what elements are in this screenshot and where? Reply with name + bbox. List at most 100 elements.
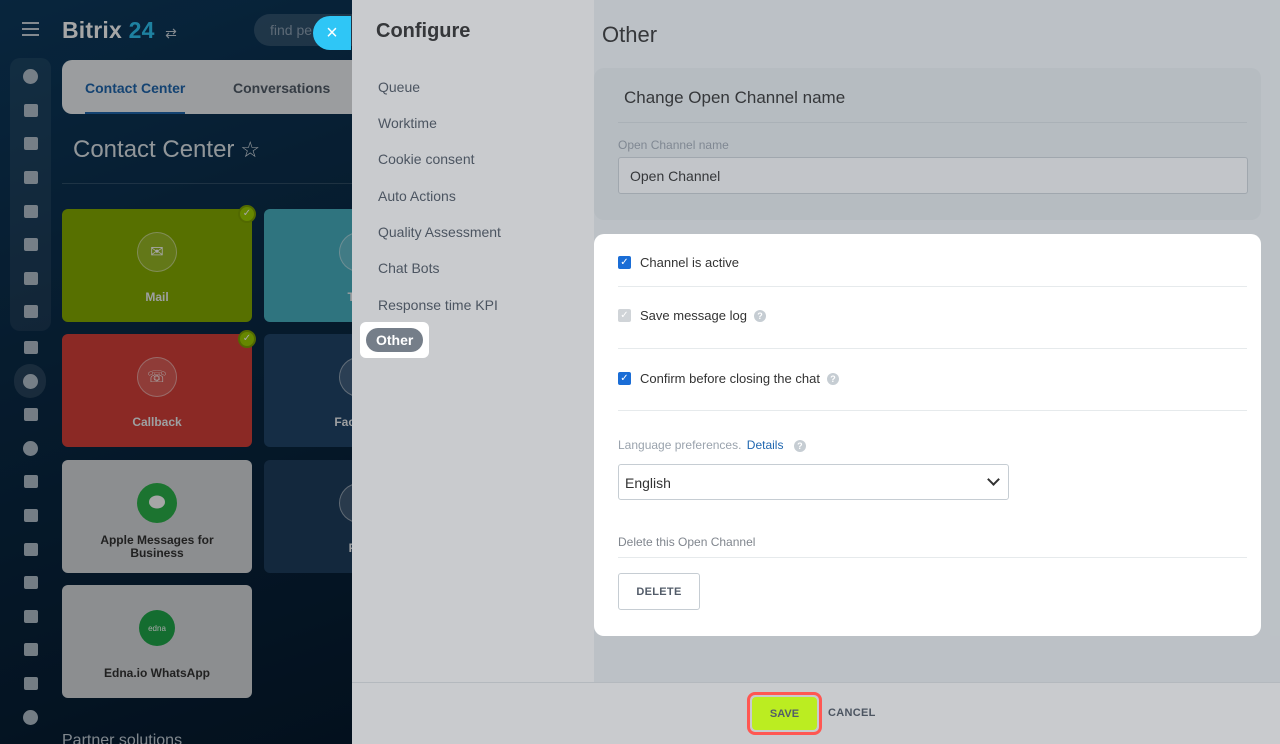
- divider: [618, 410, 1247, 411]
- divider: [618, 286, 1247, 287]
- logo-name: Bitrix: [62, 17, 122, 43]
- edna-logo-text: edna: [148, 623, 166, 633]
- option-channel-active[interactable]: ✓ Channel is active: [618, 255, 739, 270]
- drive-icon[interactable]: [10, 228, 51, 262]
- groups-icon[interactable]: [10, 295, 51, 329]
- top-tabs: Contact Center Conversations: [62, 60, 352, 114]
- apple-messages-icon: [137, 483, 177, 523]
- nav-item-cookie-consent[interactable]: Cookie consent: [378, 151, 475, 167]
- save-button-highlight: SAVE: [747, 692, 822, 735]
- divider: [618, 122, 1247, 123]
- tile-telephony[interactable]: Tele: [264, 209, 352, 322]
- language-select[interactable]: English: [618, 464, 1009, 500]
- more-chevron-icon[interactable]: [10, 700, 51, 734]
- tile-label: Faceboo: [334, 415, 352, 429]
- nav-item-quality-assessment[interactable]: Quality Assessment: [378, 224, 501, 240]
- tile-label: Tele: [347, 290, 352, 304]
- close-slider-button[interactable]: ×: [313, 16, 351, 50]
- language-selected-value: English: [625, 475, 671, 491]
- box-icon[interactable]: [10, 667, 51, 701]
- left-rail: [0, 0, 62, 744]
- close-icon: ×: [326, 22, 338, 44]
- delete-channel-label: Delete this Open Channel: [618, 535, 756, 549]
- search-placeholder: find pe: [270, 22, 313, 38]
- tile-facebook[interactable]: Faceboo: [264, 334, 352, 447]
- cart-icon[interactable]: [10, 465, 51, 499]
- tile-label: Callback: [132, 415, 182, 429]
- contact-center-icon[interactable]: [14, 364, 46, 398]
- connected-check-icon: ✓: [238, 330, 256, 348]
- checkbox-disabled-icon: ✓: [618, 309, 631, 322]
- help-icon[interactable]: ?: [826, 372, 839, 385]
- tile-label: Edna.io WhatsApp: [104, 666, 210, 680]
- crm-icon[interactable]: [10, 398, 51, 432]
- callback-phone-icon: ☏: [137, 357, 177, 397]
- option-save-message-log: ✓ Save message log ?: [618, 308, 766, 323]
- section-title: Other: [602, 22, 658, 47]
- divider: [618, 557, 1247, 558]
- nav-item-other-label: Other: [366, 328, 424, 352]
- sitemap-icon[interactable]: [10, 60, 51, 94]
- nav-item-auto-actions[interactable]: Auto Actions: [378, 188, 456, 204]
- logo-number: 24: [128, 17, 155, 43]
- help-icon[interactable]: ?: [753, 309, 766, 322]
- edna-logo-icon: edna: [139, 610, 175, 646]
- option-label: Confirm before closing the chat: [640, 371, 820, 386]
- delete-button[interactable]: DELETE: [618, 573, 700, 610]
- nav-item-queue[interactable]: Queue: [378, 79, 420, 95]
- tab-contact-center[interactable]: Contact Center: [85, 80, 186, 114]
- tile-apple-messages[interactable]: Apple Messages for Business: [62, 460, 252, 573]
- cancel-button[interactable]: CANCEL: [828, 707, 876, 719]
- tile-label: Fac: [264, 542, 352, 555]
- feed-icon[interactable]: [10, 94, 51, 128]
- bitrix-logo[interactable]: Bitrix 24 ⇄: [62, 17, 177, 44]
- tasks-icon[interactable]: [10, 331, 51, 365]
- nav-item-worktime[interactable]: Worktime: [378, 115, 437, 131]
- tile-facebook-comments[interactable]: Fac: [264, 460, 352, 573]
- checkbox-checked-icon[interactable]: ✓: [618, 372, 631, 385]
- channel-name-field[interactable]: [618, 157, 1248, 194]
- nav-item-chat-bots[interactable]: Chat Bots: [378, 260, 439, 276]
- tile-mail[interactable]: ✓ ✉ Mail: [62, 205, 256, 322]
- details-link[interactable]: Details: [747, 438, 784, 452]
- option-label: Save message log: [640, 308, 747, 323]
- phone-icon: [339, 232, 352, 272]
- connected-check-icon: ✓: [238, 205, 256, 223]
- chevron-down-icon: [987, 473, 1000, 486]
- partner-solutions-heading: Partner solutions: [62, 732, 183, 744]
- options-card: ✓ Channel is active ✓ Save message log ?…: [594, 234, 1261, 636]
- page-title: Contact Center ☆: [73, 136, 260, 164]
- favorite-star-icon[interactable]: ☆: [240, 137, 260, 162]
- calendar-icon[interactable]: [10, 161, 51, 195]
- save-button[interactable]: SAVE: [752, 697, 817, 730]
- robot-icon[interactable]: [10, 633, 51, 667]
- envelope-icon: ✉: [137, 232, 177, 272]
- tile-label: Mail: [145, 290, 169, 304]
- divider: [62, 183, 352, 184]
- page-title-text: Contact Center: [73, 136, 235, 163]
- tile-label: Apple Messages for Business: [100, 533, 214, 560]
- language-label: Language preferences. Details ?: [618, 438, 806, 452]
- background-app: Bitrix 24 ⇄ find pe Contact Center Conve…: [0, 0, 352, 744]
- tab-conversations[interactable]: Conversations: [233, 80, 330, 96]
- hamburger-menu-icon[interactable]: [22, 22, 39, 36]
- configure-title: Configure: [376, 20, 471, 42]
- facebook-icon: [339, 357, 352, 397]
- analytics-icon[interactable]: [10, 566, 51, 600]
- option-confirm-close[interactable]: ✓ Confirm before closing the chat ?: [618, 371, 839, 386]
- mail-icon[interactable]: [10, 262, 51, 296]
- tile-edna-whatsapp[interactable]: edna Edna.io WhatsApp: [62, 585, 252, 698]
- nav-item-response-time-kpi[interactable]: Response time KPI: [378, 297, 498, 313]
- tile-callback[interactable]: ✓ ☏ Callback: [62, 330, 256, 447]
- help-icon[interactable]: ?: [793, 440, 806, 452]
- channel-name-label: Open Channel name: [618, 138, 729, 152]
- signature-icon[interactable]: [10, 532, 51, 566]
- nav-item-other[interactable]: Other: [360, 322, 430, 358]
- contacts-card-icon[interactable]: [10, 600, 51, 634]
- checkbox-checked-icon[interactable]: ✓: [618, 256, 631, 269]
- document-icon[interactable]: [10, 194, 51, 228]
- chat-icon[interactable]: [10, 127, 51, 161]
- sign-icon[interactable]: [10, 499, 51, 533]
- switch-icon: ⇄: [165, 25, 178, 41]
- marketing-icon[interactable]: [10, 432, 51, 466]
